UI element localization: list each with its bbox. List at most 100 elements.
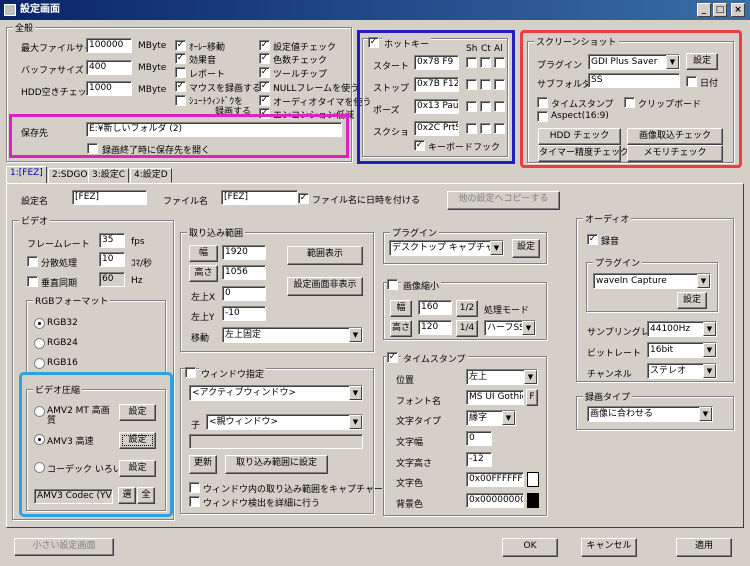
checkbox-window-spec[interactable]	[185, 367, 196, 378]
checkbox-vsync[interactable]	[27, 276, 38, 287]
quarter-button[interactable]: 1/4	[456, 320, 478, 337]
checkbox-split[interactable]	[27, 256, 38, 267]
checkbox-keyboard-hook[interactable]: ✓	[414, 140, 425, 151]
mode-select[interactable]: ハーフSSE ▼	[484, 320, 536, 336]
hotkey-shot-input[interactable]: 0x2C PrtS	[414, 121, 459, 136]
half-button[interactable]: 1/2	[456, 300, 478, 317]
split-input[interactable]: 10	[99, 252, 125, 267]
shrink-width-input[interactable]: 160	[418, 300, 452, 315]
checkbox-encoding[interactable]: ✓	[259, 108, 270, 119]
checkbox-ss-clipboard[interactable]	[624, 97, 635, 108]
ss-capture-check-button[interactable]: 画像取込チェック	[627, 128, 723, 145]
show-range-button[interactable]: 範囲表示	[287, 246, 363, 265]
hotkey-stop-input[interactable]: 0x7B F12	[414, 77, 459, 92]
hotkey-stop-ctrl[interactable]	[480, 79, 491, 90]
save-dest-input[interactable]: E:¥新しいフォルダ (2)	[86, 122, 342, 137]
ok-button[interactable]: OK	[502, 538, 558, 557]
ts-style-select[interactable]: 縁字 ▼	[466, 410, 516, 426]
capture-plugin-settings-button[interactable]: 設定	[512, 239, 540, 258]
checkbox-shrink[interactable]	[387, 279, 398, 290]
ts-height-input[interactable]: -12	[466, 452, 492, 467]
range-top-input[interactable]: -10	[222, 306, 266, 321]
width-button[interactable]: 幅	[189, 245, 218, 262]
checkbox-ss-timestamp[interactable]	[537, 97, 548, 108]
ts-color-input[interactable]: 0x00FFFFFF	[466, 472, 524, 487]
hotkey-stop-alt[interactable]	[494, 79, 505, 90]
close-button[interactable]: ×	[731, 3, 745, 17]
checkbox-date-in-name[interactable]: ✓	[298, 193, 309, 204]
capture-plugin-select[interactable]: デスクトップ キャプチャー ▼	[389, 240, 504, 256]
checkbox-open-after[interactable]	[87, 143, 98, 154]
maximize-button[interactable]: □	[713, 3, 727, 17]
range-left-input[interactable]: 0	[222, 286, 266, 301]
ss-plugin-settings-button[interactable]: 設定	[686, 53, 718, 70]
hotkey-pause-alt[interactable]	[494, 101, 505, 112]
ts-width-input[interactable]: 0	[466, 431, 492, 446]
ss-timer-check-button[interactable]: タイマー精度チェック	[538, 145, 629, 162]
record-type-select[interactable]: 画像に合わせる ▼	[587, 406, 713, 422]
ts-font-input[interactable]: MS UI Gothic	[466, 390, 524, 405]
codec-settings-button[interactable]: 設定	[119, 460, 156, 477]
audio-plugin-settings-button[interactable]: 設定	[677, 292, 707, 309]
hotkey-shot-shift[interactable]	[466, 123, 477, 134]
cancel-button[interactable]: キャンセル	[581, 538, 637, 557]
hotkey-pause-ctrl[interactable]	[480, 101, 491, 112]
active-window-select[interactable]: <アクティブウィンドウ> ▼	[189, 385, 363, 401]
checkbox-tooltip[interactable]: ✓	[259, 67, 270, 78]
tab-setting-d[interactable]: 4:設定D	[130, 168, 172, 183]
move-select[interactable]: 左上固定 ▼	[222, 327, 363, 343]
hdd-check-input[interactable]: 1000	[86, 81, 132, 96]
shrink-height-input[interactable]: 120	[418, 320, 452, 335]
range-height-input[interactable]: 1056	[222, 265, 266, 280]
profile-name-input[interactable]: [FEZ]	[72, 190, 147, 205]
radio-amv2[interactable]	[34, 406, 45, 417]
framerate-input[interactable]: 35	[99, 233, 125, 248]
hide-settings-button[interactable]: 設定画面非表示	[287, 277, 363, 296]
checkbox-settings-check[interactable]: ✓	[259, 40, 270, 51]
radio-amv3[interactable]	[34, 434, 45, 445]
ss-subfolder-input[interactable]: SS	[588, 73, 680, 88]
height-button[interactable]: 高さ	[189, 265, 218, 282]
checkbox-detailed-detect[interactable]	[189, 496, 200, 507]
tab-fez[interactable]: 1:[FEZ]	[6, 166, 47, 184]
max-file-size-input[interactable]: 100000	[86, 38, 132, 53]
checkbox-ss-date[interactable]	[686, 76, 697, 87]
hotkey-pause-input[interactable]: 0x13 Paus	[414, 99, 459, 114]
checkbox-hotkey[interactable]: ✓	[368, 37, 379, 48]
bitrate-select[interactable]: 16bit ▼	[647, 342, 717, 358]
tab-setting-c[interactable]: 3:設定C	[88, 168, 130, 183]
amv3-settings-button[interactable]: 設定	[119, 432, 156, 449]
ts-bg-swatch[interactable]	[527, 493, 539, 508]
radio-rgb24[interactable]	[34, 338, 45, 349]
shrink-width-button[interactable]: 幅	[390, 300, 412, 317]
checkbox-record-audio[interactable]: ✓	[587, 234, 598, 245]
checkbox-record-mouse[interactable]: ✓	[175, 81, 186, 92]
shrink-height-button[interactable]: 高さ	[390, 320, 412, 337]
copy-settings-button[interactable]: 他の設定へコピーする	[447, 191, 560, 210]
hotkey-shot-alt[interactable]	[494, 123, 505, 134]
codec-select-button[interactable]: 選	[118, 487, 136, 504]
channel-select[interactable]: ステレオ ▼	[647, 363, 717, 379]
audio-plugin-select[interactable]: waveIn Capture ▼	[593, 273, 711, 289]
ts-bg-input[interactable]: 0x00000000	[466, 493, 524, 508]
refresh-button[interactable]: 更新	[189, 455, 217, 474]
buffer-size-input[interactable]: 400	[86, 60, 132, 75]
vsync-input[interactable]: 60	[99, 272, 125, 287]
ts-color-swatch[interactable]	[527, 472, 539, 487]
checkbox-shoot-window[interactable]	[175, 95, 186, 106]
hotkey-stop-shift[interactable]	[466, 79, 477, 90]
ss-hdd-check-button[interactable]: HDD チェック	[538, 128, 621, 145]
checkbox-timestamp[interactable]: ✓	[387, 352, 398, 363]
small-settings-button[interactable]: 小さい設定画面	[14, 538, 114, 556]
checkbox-capture-in-window[interactable]	[189, 482, 200, 493]
range-width-input[interactable]: 1920	[222, 245, 266, 260]
set-capture-range-button[interactable]: 取り込み範囲に設定	[225, 455, 328, 474]
apply-button[interactable]: 適用	[676, 538, 732, 557]
child-window-select[interactable]: <親ウィンドウ> ▼	[206, 414, 363, 430]
ss-memory-check-button[interactable]: メモリチェック	[627, 145, 723, 162]
checkbox-report[interactable]	[175, 67, 186, 78]
hotkey-start-shift[interactable]	[466, 57, 477, 68]
amv2-settings-button[interactable]: 設定	[119, 404, 156, 421]
ss-plugin-select[interactable]: GDI Plus Saver ▼	[588, 54, 680, 70]
ts-font-button[interactable]: F	[526, 389, 538, 406]
